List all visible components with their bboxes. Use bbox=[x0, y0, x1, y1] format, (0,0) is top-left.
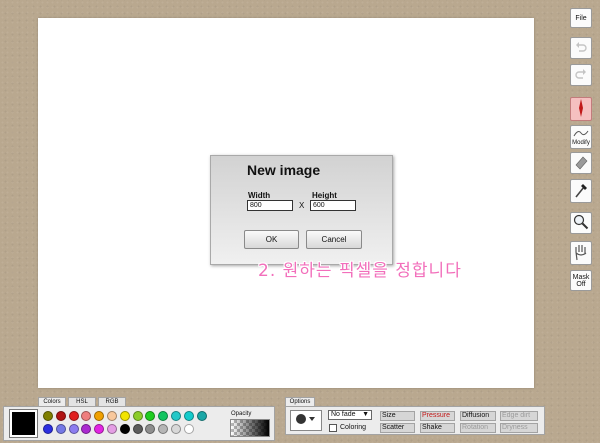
color-swatch[interactable] bbox=[183, 411, 194, 421]
opacity-slider[interactable] bbox=[230, 419, 270, 437]
color-swatch[interactable] bbox=[132, 424, 143, 434]
color-swatch[interactable] bbox=[183, 424, 194, 434]
color-swatch[interactable] bbox=[94, 411, 105, 421]
colors-panel: Opacity bbox=[3, 406, 275, 441]
color-swatch[interactable] bbox=[43, 424, 53, 434]
color-swatch[interactable] bbox=[196, 411, 207, 421]
modify-tool-button[interactable]: Modify bbox=[570, 125, 592, 149]
rotation-button[interactable]: Rotation bbox=[460, 423, 496, 433]
fade-select-value: No fade bbox=[331, 411, 356, 418]
ok-button[interactable]: OK bbox=[244, 230, 299, 249]
tab-colors[interactable]: Colors bbox=[38, 397, 66, 406]
new-image-dialog: New image Width 800 X Height 600 OK Canc… bbox=[210, 155, 393, 265]
brush-icon bbox=[576, 98, 586, 120]
color-swatch[interactable] bbox=[171, 424, 181, 434]
current-color-swatch[interactable] bbox=[10, 410, 37, 437]
tab-hsl[interactable]: HSL bbox=[68, 397, 96, 406]
mask-label: Mask bbox=[572, 273, 590, 281]
color-swatch[interactable] bbox=[68, 411, 79, 421]
color-swatch[interactable] bbox=[94, 424, 105, 434]
color-swatch[interactable] bbox=[145, 424, 156, 434]
modify-icon bbox=[573, 128, 589, 140]
color-swatch[interactable] bbox=[119, 424, 130, 434]
tab-hsl-label: HSL bbox=[76, 399, 88, 405]
chevron-down-icon: ▼ bbox=[362, 411, 369, 418]
tab-rgb-label: RGB bbox=[105, 399, 119, 405]
fade-select[interactable]: No fade ▼ bbox=[328, 410, 372, 420]
redo-icon bbox=[574, 67, 588, 83]
color-swatch[interactable] bbox=[43, 411, 53, 421]
eyedropper-icon bbox=[573, 181, 589, 201]
coloring-checkbox[interactable] bbox=[329, 424, 337, 432]
cancel-button[interactable]: Cancel bbox=[306, 230, 362, 249]
eraser-tool-button[interactable] bbox=[570, 152, 592, 174]
mask-state-label: Off bbox=[576, 280, 586, 288]
color-swatch[interactable] bbox=[171, 411, 181, 421]
color-swatch[interactable] bbox=[107, 424, 117, 434]
color-swatch[interactable] bbox=[158, 424, 169, 434]
eraser-icon bbox=[573, 154, 589, 172]
opacity-label: Opacity bbox=[231, 411, 252, 417]
width-input[interactable]: 800 bbox=[247, 200, 293, 211]
file-label: File bbox=[575, 14, 587, 22]
width-label: Width bbox=[248, 191, 271, 200]
tab-rgb[interactable]: RGB bbox=[98, 397, 126, 406]
scatter-button[interactable]: Scatter bbox=[380, 423, 415, 433]
undo-icon bbox=[574, 40, 588, 56]
edge-dirt-button[interactable]: Edge dirt bbox=[500, 411, 538, 421]
hand-icon bbox=[573, 243, 589, 263]
color-swatch[interactable] bbox=[158, 411, 169, 421]
height-label: Height bbox=[312, 191, 337, 200]
times-label: X bbox=[299, 201, 305, 210]
undo-button[interactable] bbox=[570, 37, 592, 59]
tab-options-label: Options bbox=[289, 399, 311, 405]
dryness-button[interactable]: Dryness bbox=[500, 423, 538, 433]
file-button[interactable]: File bbox=[570, 8, 592, 28]
redo-button[interactable] bbox=[570, 64, 592, 86]
color-swatch[interactable] bbox=[81, 411, 92, 421]
brush-tool-button[interactable] bbox=[570, 97, 592, 121]
color-swatch[interactable] bbox=[145, 411, 156, 421]
color-swatch[interactable] bbox=[107, 411, 117, 421]
height-input[interactable]: 600 bbox=[310, 200, 356, 211]
color-swatch[interactable] bbox=[132, 411, 143, 421]
hand-tool-button[interactable] bbox=[570, 241, 592, 265]
size-button[interactable]: Size bbox=[380, 411, 415, 421]
color-swatch[interactable] bbox=[81, 424, 92, 434]
eyedropper-tool-button[interactable] bbox=[570, 179, 592, 203]
diffusion-button[interactable]: Diffusion bbox=[460, 411, 496, 421]
modify-label: Modify bbox=[572, 140, 590, 146]
mask-toggle-button[interactable]: Mask Off bbox=[570, 270, 592, 291]
zoom-tool-button[interactable] bbox=[570, 212, 592, 234]
color-swatch[interactable] bbox=[119, 411, 130, 421]
brush-tip-icon bbox=[295, 412, 317, 430]
color-swatch[interactable] bbox=[55, 411, 66, 421]
dialog-title: New image bbox=[247, 162, 321, 178]
tutorial-annotation: 2. 원하는 픽셀을 정합니다 bbox=[258, 261, 462, 281]
color-swatch[interactable] bbox=[68, 424, 79, 434]
tab-colors-label: Colors bbox=[43, 399, 61, 405]
magnifier-icon bbox=[573, 214, 589, 232]
tab-options[interactable]: Options bbox=[285, 397, 315, 406]
shake-button[interactable]: Shake bbox=[420, 423, 455, 433]
brush-shape-selector[interactable] bbox=[290, 410, 322, 431]
coloring-label: Coloring bbox=[340, 424, 367, 431]
pressure-button[interactable]: Pressure bbox=[420, 411, 455, 421]
options-panel: No fade ▼ Coloring Size Pressure Diffusi… bbox=[285, 406, 545, 435]
color-swatch[interactable] bbox=[55, 424, 66, 434]
